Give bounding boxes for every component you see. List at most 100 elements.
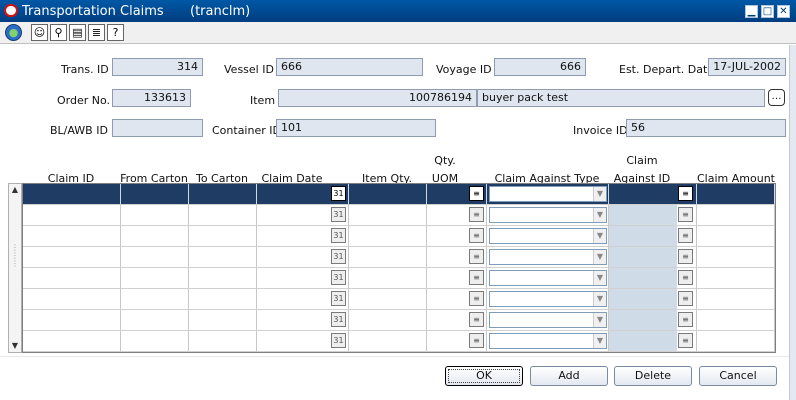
list-of-values-icon[interactable]: ≡ xyxy=(678,312,693,327)
minimize-icon[interactable]: ▁ xyxy=(745,5,758,18)
list-of-values-icon[interactable]: ≡ xyxy=(469,186,484,201)
from-carton-cell[interactable] xyxy=(121,310,189,330)
scroll-grip-icon[interactable]: ⋮ ⋮ ⋮ xyxy=(11,244,19,284)
from-carton-cell[interactable] xyxy=(121,247,189,267)
table-row[interactable]: 31 ≡ ▼ ≡ xyxy=(23,205,775,226)
trans-id-field[interactable]: 314 xyxy=(112,58,203,76)
claim-id-cell[interactable] xyxy=(23,268,121,288)
find-icon[interactable]: ⚲ xyxy=(50,24,67,41)
item-qty-cell[interactable] xyxy=(349,247,427,267)
item-qty-cell[interactable] xyxy=(349,184,427,204)
voyage-id-field[interactable]: 666 xyxy=(494,58,586,76)
table-row[interactable]: 31 ≡ ▼ ≡ xyxy=(23,289,775,310)
table-row[interactable]: 31 ≡ ▼ ≡ xyxy=(23,268,775,289)
document-icon[interactable]: ≣ xyxy=(88,24,105,41)
claim-against-type-select[interactable]: ▼ xyxy=(489,207,607,223)
claim-id-cell[interactable] xyxy=(23,247,121,267)
grid-scrollbar[interactable]: ▲ ⋮ ⋮ ⋮ ▼ xyxy=(8,183,22,353)
close-icon[interactable]: ✕ xyxy=(777,5,790,18)
item-qty-cell[interactable] xyxy=(349,205,427,225)
calendar-icon[interactable]: 31 xyxy=(331,186,346,201)
globe-icon[interactable]: ● xyxy=(5,24,22,41)
comments-icon[interactable]: … xyxy=(768,89,785,106)
calendar-icon[interactable]: 31 xyxy=(331,270,346,285)
from-carton-cell[interactable] xyxy=(121,205,189,225)
to-carton-cell[interactable] xyxy=(189,331,257,351)
claim-against-type-select[interactable]: ▼ xyxy=(489,249,607,265)
claim-id-cell[interactable] xyxy=(23,226,121,246)
chevron-down-icon[interactable]: ▼ xyxy=(593,229,606,243)
calendar-icon[interactable]: 31 xyxy=(331,291,346,306)
table-row[interactable]: 31 ≡ ▼ ≡ xyxy=(23,226,775,247)
item-description-field[interactable]: buyer pack test xyxy=(477,89,765,107)
list-of-values-icon[interactable]: ≡ xyxy=(678,270,693,285)
item-qty-cell[interactable] xyxy=(349,310,427,330)
list-of-values-icon[interactable]: ≡ xyxy=(678,249,693,264)
claim-amount-cell[interactable] xyxy=(697,247,775,267)
chevron-down-icon[interactable]: ▼ xyxy=(593,250,606,264)
claim-id-cell[interactable] xyxy=(23,310,121,330)
container-id-field[interactable]: 101 xyxy=(276,119,436,137)
order-no-field[interactable]: 133613 xyxy=(112,89,191,107)
list-of-values-icon[interactable]: ≡ xyxy=(469,270,484,285)
claim-amount-cell[interactable] xyxy=(697,310,775,330)
from-carton-cell[interactable] xyxy=(121,184,189,204)
table-row[interactable]: 31 ≡ ▼ ≡ xyxy=(23,184,775,205)
chevron-down-icon[interactable]: ▼ xyxy=(593,271,606,285)
table-row[interactable]: 31 ≡ ▼ ≡ xyxy=(23,247,775,268)
face-icon[interactable]: ☺ xyxy=(31,24,48,41)
notes-icon[interactable]: ▤ xyxy=(69,24,86,41)
calendar-icon[interactable]: 31 xyxy=(331,312,346,327)
claim-id-cell[interactable] xyxy=(23,184,121,204)
cancel-button[interactable]: Cancel xyxy=(699,366,777,386)
from-carton-cell[interactable] xyxy=(121,268,189,288)
list-of-values-icon[interactable]: ≡ xyxy=(469,207,484,222)
to-carton-cell[interactable] xyxy=(189,310,257,330)
scroll-up-icon[interactable]: ▲ xyxy=(9,184,21,196)
list-of-values-icon[interactable]: ≡ xyxy=(678,207,693,222)
list-of-values-icon[interactable]: ≡ xyxy=(678,333,693,348)
from-carton-cell[interactable] xyxy=(121,331,189,351)
add-button[interactable]: Add xyxy=(530,366,608,386)
ok-button[interactable]: OK xyxy=(445,366,523,386)
claim-amount-cell[interactable] xyxy=(697,226,775,246)
list-of-values-icon[interactable]: ≡ xyxy=(469,333,484,348)
vessel-id-field[interactable]: 666 xyxy=(276,58,423,76)
list-of-values-icon[interactable]: ≡ xyxy=(469,291,484,306)
calendar-icon[interactable]: 31 xyxy=(331,333,346,348)
claim-id-cell[interactable] xyxy=(23,331,121,351)
list-of-values-icon[interactable]: ≡ xyxy=(469,228,484,243)
list-of-values-icon[interactable]: ≡ xyxy=(469,249,484,264)
claim-amount-cell[interactable] xyxy=(697,331,775,351)
list-of-values-icon[interactable]: ≡ xyxy=(678,228,693,243)
item-qty-cell[interactable] xyxy=(349,226,427,246)
invoice-id-field[interactable]: 56 xyxy=(626,119,786,137)
calendar-icon[interactable]: 31 xyxy=(331,228,346,243)
item-qty-cell[interactable] xyxy=(349,331,427,351)
chevron-down-icon[interactable]: ▼ xyxy=(593,313,606,327)
to-carton-cell[interactable] xyxy=(189,205,257,225)
to-carton-cell[interactable] xyxy=(189,226,257,246)
chevron-down-icon[interactable]: ▼ xyxy=(593,292,606,306)
claim-amount-cell[interactable] xyxy=(697,184,775,204)
to-carton-cell[interactable] xyxy=(189,184,257,204)
chevron-down-icon[interactable]: ▼ xyxy=(593,187,606,201)
list-of-values-icon[interactable]: ≡ xyxy=(678,186,693,201)
from-carton-cell[interactable] xyxy=(121,289,189,309)
item-qty-cell[interactable] xyxy=(349,289,427,309)
scroll-down-icon[interactable]: ▼ xyxy=(9,340,21,352)
help-icon[interactable]: ? xyxy=(107,24,124,41)
chevron-down-icon[interactable]: ▼ xyxy=(593,334,606,348)
table-row[interactable]: 31 ≡ ▼ ≡ xyxy=(23,310,775,331)
claim-amount-cell[interactable] xyxy=(697,268,775,288)
claim-amount-cell[interactable] xyxy=(697,205,775,225)
table-row[interactable]: 31 ≡ ▼ ≡ xyxy=(23,331,775,352)
item-qty-cell[interactable] xyxy=(349,268,427,288)
claim-amount-cell[interactable] xyxy=(697,289,775,309)
claim-against-type-select[interactable]: ▼ xyxy=(489,333,607,349)
list-of-values-icon[interactable]: ≡ xyxy=(678,291,693,306)
from-carton-cell[interactable] xyxy=(121,226,189,246)
claim-against-type-select[interactable]: ▼ xyxy=(489,228,607,244)
claim-against-type-select[interactable]: ▼ xyxy=(489,270,607,286)
est-depart-date-field[interactable]: 17-JUL-2002 xyxy=(708,58,786,76)
